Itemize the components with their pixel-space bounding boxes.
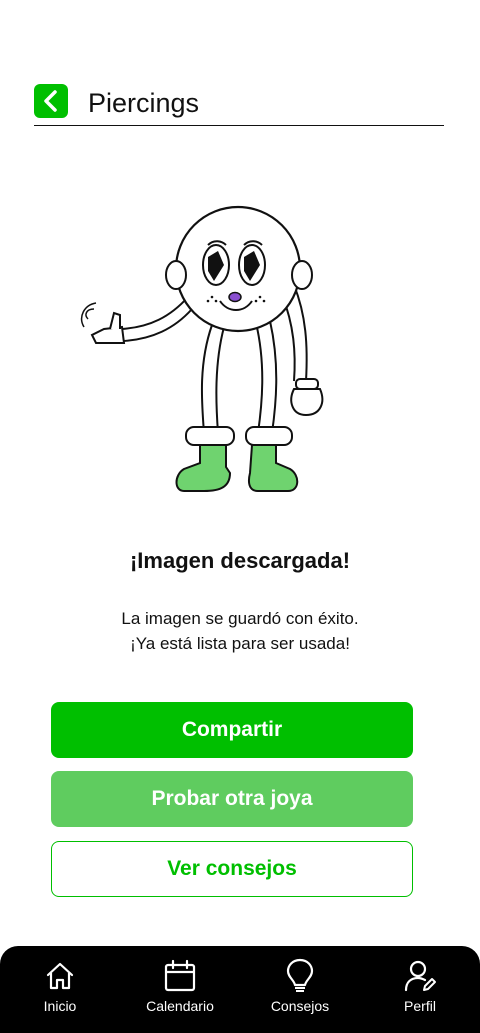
success-message: La imagen se guardó con éxito. ¡Ya está … xyxy=(0,606,480,656)
bottom-navigation: Inicio Calendario Consejos Perfil xyxy=(0,946,480,1033)
home-icon xyxy=(43,958,77,994)
lightbulb-icon xyxy=(283,958,317,994)
nav-label-consejos: Consejos xyxy=(270,998,330,1014)
success-headline: ¡Imagen descargada! xyxy=(129,548,351,573)
character-illustration xyxy=(80,205,324,492)
calendar-icon xyxy=(163,958,197,994)
nav-label-perfil: Perfil xyxy=(404,998,436,1014)
nav-item-consejos[interactable]: Consejos xyxy=(240,946,360,1033)
try-other-jewel-button[interactable]: Probar otra joya xyxy=(51,771,413,827)
page-title: Piercings xyxy=(88,88,200,118)
nav-label-inicio: Inicio xyxy=(43,998,77,1014)
back-button[interactable] xyxy=(34,84,68,118)
nav-item-perfil[interactable]: Perfil xyxy=(360,946,480,1033)
success-message-line2: ¡Ya está lista para ser usada! xyxy=(130,634,350,653)
chevron-left-icon xyxy=(44,90,57,112)
page-header: Piercings xyxy=(34,84,444,126)
nav-label-calendario: Calendario xyxy=(146,998,214,1014)
view-tips-button[interactable]: Ver consejos xyxy=(51,841,413,897)
nav-item-calendario[interactable]: Calendario xyxy=(120,946,240,1033)
user-edit-icon xyxy=(403,958,437,994)
share-button[interactable]: Compartir xyxy=(51,702,413,758)
nav-item-inicio[interactable]: Inicio xyxy=(0,946,120,1033)
success-message-line1: La imagen se guardó con éxito. xyxy=(121,609,359,628)
